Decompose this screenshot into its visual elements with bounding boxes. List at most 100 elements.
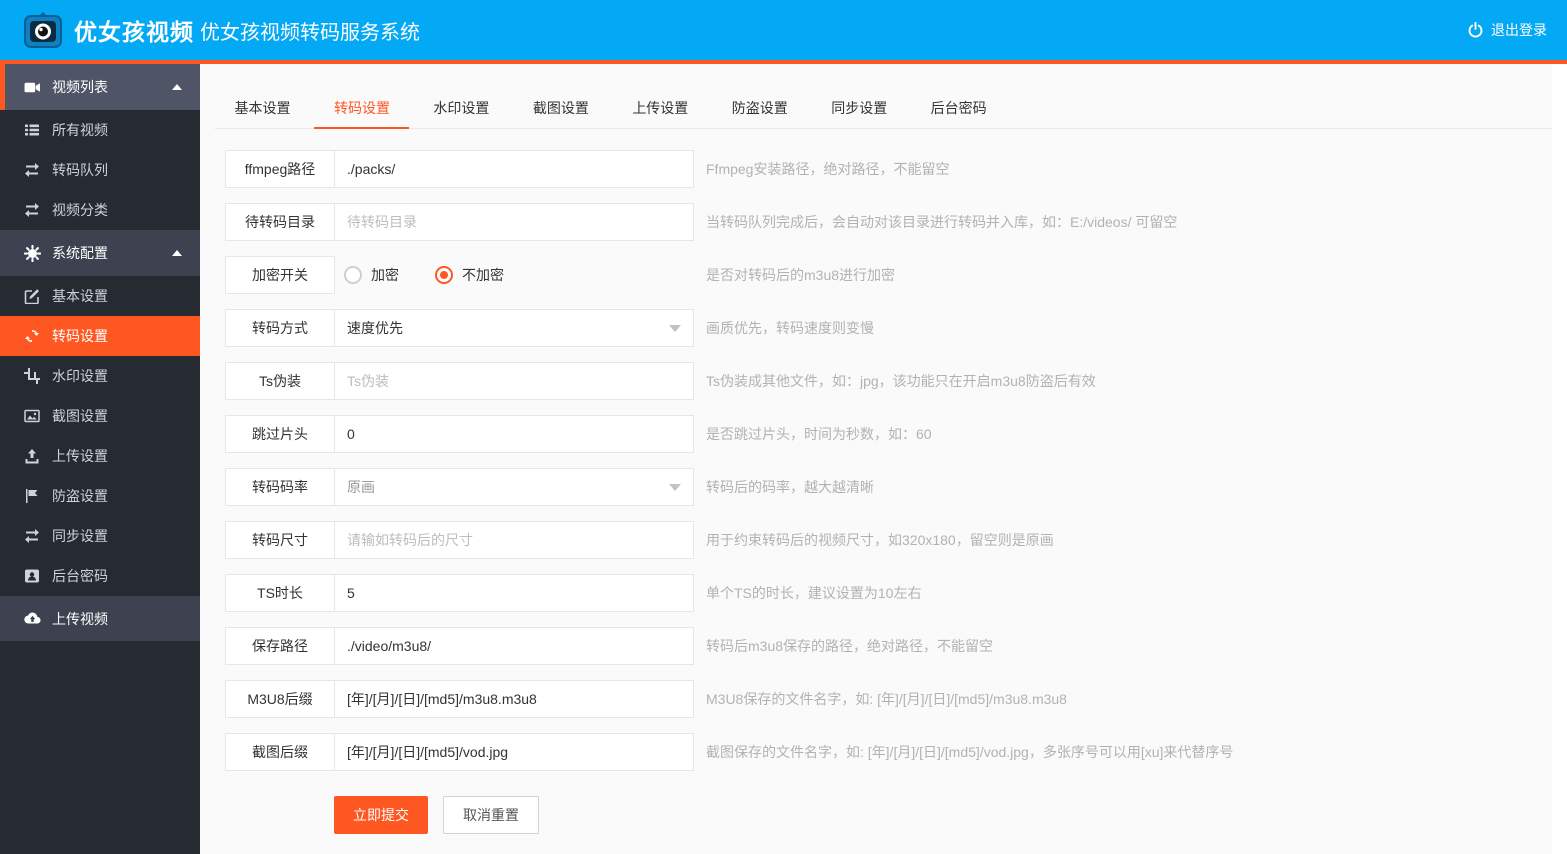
screenshot-suffix-input[interactable] — [334, 733, 694, 771]
form-row: 截图后缀 截图保存的文件名字，如: [年]/[月]/[日]/[md5]/vod.… — [225, 733, 1233, 771]
tab-watermark-settings[interactable]: 水印设置 — [414, 88, 509, 129]
field-label: 转码尺寸 — [225, 521, 335, 559]
sidebar-item-label: 转码设置 — [52, 328, 108, 344]
radio-label: 不加密 — [462, 267, 504, 283]
sidebar-item-label: 转码队列 — [52, 162, 108, 178]
sidebar-item-transcode-settings[interactable]: 转码设置 — [0, 316, 200, 356]
sidebar-item-label: 同步设置 — [52, 528, 108, 544]
sidebar-item-basic-settings[interactable]: 基本设置 — [0, 276, 200, 316]
output-size-input[interactable] — [334, 521, 694, 559]
form-row: 跳过片头 是否跳过片头，时间为秒数，如：60 — [225, 415, 1233, 453]
tab-screenshot-settings[interactable]: 截图设置 — [513, 88, 608, 129]
m3u8-suffix-input[interactable] — [334, 680, 694, 718]
ts-duration-input[interactable] — [334, 574, 694, 612]
field-label: 加密开关 — [225, 256, 335, 294]
tab-sync-settings[interactable]: 同步设置 — [812, 88, 907, 129]
ffmpeg-path-input[interactable] — [334, 150, 694, 188]
radio-label: 加密 — [371, 267, 399, 283]
tab-transcode-settings[interactable]: 转码设置 — [314, 88, 410, 129]
field-hint: 单个TS的时长，建议设置为10左右 — [706, 585, 922, 601]
field-hint: 用于约束转码后的视频尺寸，如320x180，留空则是原画 — [706, 532, 1054, 548]
field-hint: 截图保存的文件名字，如: [年]/[月]/[日]/[md5]/vod.jpg，多… — [706, 744, 1234, 760]
tab-antitheft-settings[interactable]: 防盗设置 — [712, 88, 807, 129]
radio-no-encrypt[interactable]: 不加密 — [435, 265, 504, 285]
app-header: 优女孩视频 优女孩视频转码服务系统 退出登录 — [0, 0, 1567, 64]
sidebar-item-label: 防盗设置 — [52, 488, 108, 504]
sidebar-item-label: 上传设置 — [52, 448, 108, 464]
sidebar-item-label: 截图设置 — [52, 408, 108, 424]
logout-button[interactable]: 退出登录 — [1467, 0, 1547, 60]
field-label: 转码方式 — [225, 309, 335, 347]
image-icon — [22, 408, 42, 424]
ts-disguise-input[interactable] — [334, 362, 694, 400]
field-hint: M3U8保存的文件名字，如: [年]/[月]/[日]/[md5]/m3u8.m3… — [706, 691, 1067, 707]
cloud-upload-icon — [22, 610, 42, 627]
form-row: 转码尺寸 用于约束转码后的视频尺寸，如320x180，留空则是原画 — [225, 521, 1233, 559]
list-icon — [22, 122, 42, 138]
chevron-down-icon — [669, 324, 681, 332]
sidebar-item-label: 后台密码 — [52, 568, 108, 584]
sidebar-item-upload-settings[interactable]: 上传设置 — [0, 436, 200, 476]
page-title: 优女孩视频转码服务系统 — [200, 21, 420, 44]
sidebar-item-system-config[interactable]: 系统配置 — [0, 230, 200, 276]
power-icon — [1467, 21, 1484, 39]
form-row: TS时长 单个TS的时长，建议设置为10左右 — [225, 574, 1233, 612]
form-row: ffmpeg路径 Ffmpeg安装路径，绝对路径，不能留空 — [225, 150, 1233, 188]
sidebar-item-screenshot-settings[interactable]: 截图设置 — [0, 396, 200, 436]
logout-label: 退出登录 — [1491, 22, 1547, 38]
field-label: 待转码目录 — [225, 203, 335, 241]
app-logo: 优女孩视频 — [0, 0, 200, 60]
field-hint: 是否对转码后的m3u8进行加密 — [706, 267, 896, 283]
field-label: 截图后缀 — [225, 733, 335, 771]
submit-button[interactable]: 立即提交 — [334, 796, 428, 834]
form-row: 保存路径 转码后m3u8保存的路径，绝对路径，不能留空 — [225, 627, 1233, 665]
sidebar-item-admin-password[interactable]: 后台密码 — [0, 556, 200, 596]
sidebar-item-video-list[interactable]: 视频列表 — [0, 64, 200, 110]
bitrate-select[interactable]: 原画 — [334, 468, 694, 506]
sidebar-item-antitheft-settings[interactable]: 防盗设置 — [0, 476, 200, 516]
sidebar-item-watermark-settings[interactable]: 水印设置 — [0, 356, 200, 396]
sidebar-item-label: 上传视频 — [52, 610, 108, 627]
skip-intro-input[interactable] — [334, 415, 694, 453]
sidebar-item-label: 水印设置 — [52, 368, 108, 384]
field-label: ffmpeg路径 — [225, 150, 335, 188]
field-label: TS时长 — [225, 574, 335, 612]
field-hint: 画质优先，转码速度则变慢 — [706, 320, 874, 336]
chevron-up-icon — [172, 84, 182, 90]
field-label: 转码码率 — [225, 468, 335, 506]
field-hint: Ffmpeg安装路径，绝对路径，不能留空 — [706, 161, 950, 177]
pending-dir-input[interactable] — [334, 203, 694, 241]
settings-tab-bar: 基本设置 转码设置 水印设置 截图设置 上传设置 防盗设置 同步设置 后台密码 — [215, 88, 1552, 129]
radio-circle-icon — [344, 266, 362, 284]
tab-basic-settings[interactable]: 基本设置 — [215, 88, 310, 129]
form-row: 转码方式 速度优先 画质优先，转码速度则变慢 — [225, 309, 1233, 347]
form-row: 加密开关 加密 不加密 是否对转码后的m3u8进行加密 — [225, 256, 1233, 294]
sidebar-item-upload-video[interactable]: 上传视频 — [0, 596, 200, 641]
sidebar-item-all-videos[interactable]: 所有视频 — [0, 110, 200, 150]
sidebar-item-label: 视频列表 — [52, 79, 108, 95]
sidebar-item-transcode-queue[interactable]: 转码队列 — [0, 150, 200, 190]
chevron-down-icon — [669, 483, 681, 491]
form-row: 转码码率 原画 转码后的码率，越大越清晰 — [225, 468, 1233, 506]
tab-upload-settings[interactable]: 上传设置 — [613, 88, 708, 129]
field-label: 保存路径 — [225, 627, 335, 665]
form-actions: 立即提交 取消重置 — [334, 796, 1233, 834]
exchange-icon — [22, 202, 42, 218]
sidebar-item-video-category[interactable]: 视频分类 — [0, 190, 200, 230]
transcode-mode-select[interactable]: 速度优先 — [334, 309, 694, 347]
radio-encrypt[interactable]: 加密 — [344, 265, 399, 285]
scrollbar-track[interactable] — [1552, 64, 1567, 854]
radio-circle-checked-icon — [435, 266, 453, 284]
reset-button[interactable]: 取消重置 — [443, 796, 539, 834]
save-path-input[interactable] — [334, 627, 694, 665]
loop-icon — [22, 328, 42, 344]
chevron-up-icon — [172, 250, 182, 256]
gear-icon — [22, 244, 42, 262]
tab-admin-password[interactable]: 后台密码 — [911, 88, 1006, 129]
transcode-settings-form: ffmpeg路径 Ffmpeg安装路径，绝对路径，不能留空 待转码目录 当转码队… — [225, 150, 1233, 834]
field-label: Ts伪装 — [225, 362, 335, 400]
sidebar-item-label: 系统配置 — [52, 245, 108, 261]
sidebar-item-label: 所有视频 — [52, 122, 108, 138]
select-value: 速度优先 — [347, 320, 403, 336]
sidebar-item-sync-settings[interactable]: 同步设置 — [0, 516, 200, 556]
